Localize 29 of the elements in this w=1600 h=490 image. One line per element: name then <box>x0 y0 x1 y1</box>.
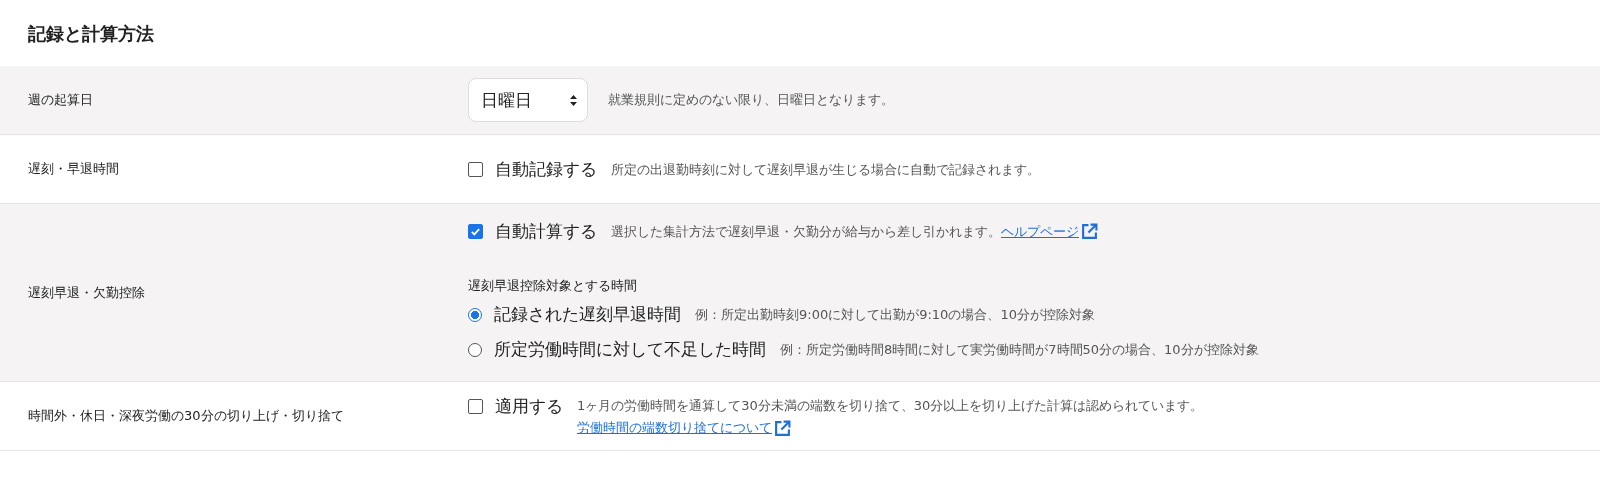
radio-group-heading: 遅刻早退控除対象とする時間 <box>468 277 638 295</box>
weekday-select[interactable]: 日曜日 <box>468 78 588 122</box>
check-icon <box>470 226 481 237</box>
radio-button[interactable] <box>468 342 482 357</box>
checkbox[interactable] <box>468 161 483 177</box>
checkbox-option[interactable]: 自動計算する <box>468 220 597 243</box>
example-text: 例：所定出勤時刻9:00に対して出勤が9:10の場合、10分が控除対象 <box>695 305 1095 324</box>
row-label: 週の起算日 <box>27 91 94 109</box>
hint-text: 1ヶ月の労働時間を通算して30分未満の端数を切り捨て、30分以上を切り上げた計算は認められています。 <box>577 398 1204 413</box>
hint-text: 所定の出退勤時刻に対して遅刻早退が生じる場合に自動で記録されます。 <box>611 162 1040 177</box>
hint-text: 就業規則に定めのない限り、日曜日となります。 <box>608 91 894 109</box>
external-link-icon <box>774 419 791 437</box>
checkbox[interactable] <box>468 224 483 239</box>
help-link[interactable]: 労働時間の端数切り捨てについて <box>577 419 772 437</box>
example-text: 例：所定労働時間8時間に対して実労働時間が7時間50分の場合、10分が控除対象 <box>780 340 1259 359</box>
external-link-icon <box>1081 223 1098 240</box>
checkbox-option[interactable]: 自動記録する <box>468 157 597 181</box>
radio-option[interactable]: 所定労働時間に対して不足した時間 <box>468 338 766 361</box>
row-label: 遅刻・早退時間 <box>27 160 120 178</box>
hint-text: 選択した集計方法で遅刻早退・欠勤分が給与から差し引かれます。 <box>611 222 1001 241</box>
radio-button[interactable] <box>468 307 482 322</box>
radio-option[interactable]: 記録された遅刻早退時間 <box>468 303 681 326</box>
sort-arrows-icon <box>570 94 577 106</box>
checkbox-option[interactable]: 適用する <box>468 395 563 418</box>
row-label: 遅刻早退・欠勤控除 <box>27 283 146 302</box>
section-title: 記録と計算方法 <box>27 22 155 46</box>
checkbox[interactable] <box>468 399 483 414</box>
help-link[interactable]: ヘルプページ <box>1001 222 1079 241</box>
row-label: 時間外・休日・深夜労働の30分の切り上げ・切り捨て <box>27 407 345 425</box>
